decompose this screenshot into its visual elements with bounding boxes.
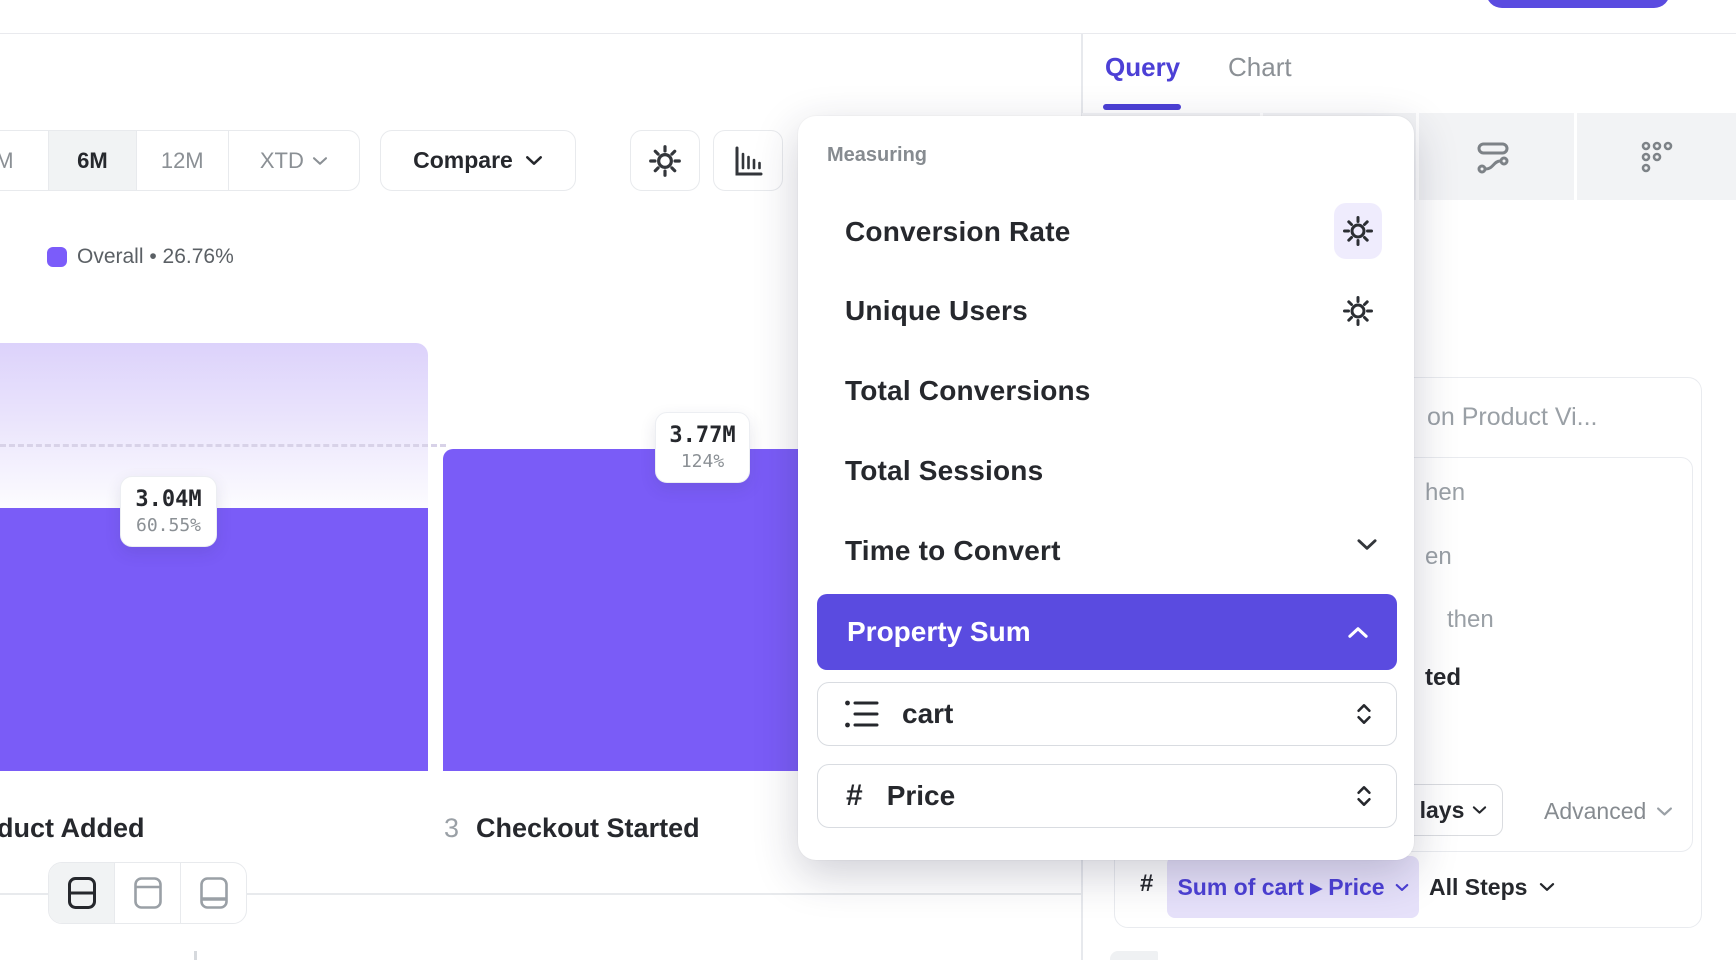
chevron-down-icon [312, 156, 328, 166]
number-property-icon: # [846, 779, 863, 813]
tab-query-active-underline [1103, 104, 1181, 110]
menu-item-total-conversions[interactable]: Total Conversions [798, 371, 1414, 411]
chevron-down-icon [1539, 882, 1555, 892]
menu-item-time-to-convert[interactable]: Time to Convert [798, 531, 1414, 571]
property-field-select[interactable]: # Price [817, 764, 1397, 828]
top-bar [0, 0, 1736, 34]
step-2-name: Checkout Started [476, 813, 700, 844]
tab-query[interactable]: Query [1105, 52, 1180, 83]
number-property-icon: # [1140, 870, 1153, 898]
previous-step-dashed-line [0, 444, 446, 447]
legend-swatch [47, 247, 67, 267]
apps-grid-view-button[interactable] [1597, 113, 1717, 200]
cell-divider [1416, 113, 1419, 200]
conversion-window-label-fragment: lays [1420, 797, 1465, 824]
advanced-label: Advanced [1544, 798, 1646, 825]
layout-split-rows-button[interactable] [49, 863, 114, 923]
query-card-title-fragment: on Product Vi... [1427, 403, 1597, 432]
property-select-field[interactable]: cart [817, 682, 1397, 746]
advanced-button[interactable]: Advanced [1544, 798, 1673, 825]
step-row-fragment: en [1425, 543, 1452, 571]
flows-view-button[interactable] [1433, 113, 1553, 200]
bar-2-value: 3.77M [669, 423, 735, 448]
all-steps-dropdown[interactable]: All Steps [1429, 856, 1555, 918]
step-1-label-fragment: duct Added [0, 813, 145, 844]
layout-top-bar-button[interactable] [114, 863, 180, 923]
cell-divider [1574, 113, 1577, 200]
conversion-rate-settings-button[interactable] [1334, 203, 1382, 259]
bar-1-percent: 60.55% [136, 515, 201, 536]
partial-element-pill [1110, 951, 1158, 960]
unique-users-settings-button[interactable] [1334, 283, 1382, 339]
step-row-fragment: then [1447, 606, 1494, 634]
layout-top-bar-icon [133, 876, 163, 910]
step-row-fragment: hen [1425, 479, 1465, 507]
layout-toggle-group [48, 862, 247, 924]
bar-2-value-tooltip: 3.77M 124% [655, 412, 750, 483]
select-updown-icon [1354, 783, 1374, 809]
tab-chart[interactable]: Chart [1228, 52, 1292, 83]
measurement-chip-label: Sum of cart ▸ Price [1177, 874, 1384, 901]
bar-2-percent: 124% [681, 451, 724, 472]
conversion-window-button[interactable]: lays [1404, 784, 1503, 836]
funnel-analytics-app: Query Chart M 6M 12M XTD Compare [0, 0, 1736, 960]
bar-1-value: 3.04M [135, 487, 201, 512]
menu-item-total-sessions[interactable]: Total Sessions [798, 451, 1414, 491]
chevron-down-icon [1356, 538, 1378, 551]
time-range-6m[interactable]: 6M [48, 131, 136, 190]
measuring-dropdown-panel: Measuring Conversion Rate Unique Users T… [798, 116, 1414, 860]
time-range-12m[interactable]: 12M [136, 131, 228, 190]
step-2-label: 3 Checkout Started [444, 813, 700, 844]
chevron-down-icon [1472, 805, 1487, 815]
menu-item-conversion-rate[interactable]: Conversion Rate [798, 212, 1414, 252]
property-field-name: Price [887, 780, 1354, 812]
bar-chart-icon [730, 143, 766, 179]
grid-dots-icon [1639, 139, 1675, 175]
select-updown-icon [1354, 701, 1374, 727]
bar-1-value-tooltip: 3.04M 60.55% [120, 476, 217, 547]
measuring-title: Measuring [827, 144, 927, 167]
chart-settings-button[interactable] [630, 130, 700, 191]
chevron-up-icon [1347, 626, 1369, 639]
compare-button[interactable]: Compare [380, 130, 576, 191]
chevron-down-icon [1656, 806, 1673, 817]
layout-bottom-bar-icon [199, 876, 229, 910]
chart-type-button[interactable] [713, 130, 783, 191]
legend-label: Overall • 26.76% [77, 245, 234, 269]
measurement-chip[interactable]: Sum of cart ▸ Price [1167, 856, 1419, 918]
menu-item-unique-users[interactable]: Unique Users [798, 291, 1414, 331]
layout-bottom-bar-button[interactable] [180, 863, 246, 923]
chevron-down-icon [525, 155, 543, 166]
layout-rows-icon [67, 876, 97, 910]
menu-item-property-sum-selected[interactable]: Property Sum [817, 594, 1397, 670]
gear-icon [1341, 294, 1375, 328]
step-row-fragment: ted [1425, 664, 1461, 692]
chevron-down-icon [1395, 883, 1409, 892]
step-2-number: 3 [444, 813, 459, 844]
time-range-xtd-label: XTD [260, 148, 304, 174]
property-sum-label: Property Sum [847, 616, 1031, 648]
primary-action-button[interactable] [1486, 0, 1670, 8]
time-range-m[interactable]: M [0, 131, 48, 190]
time-range-xtd[interactable]: XTD [228, 131, 359, 190]
funnel-bar-1[interactable] [0, 508, 428, 771]
list-property-icon [844, 699, 880, 729]
flow-icon [1474, 138, 1512, 176]
all-steps-label: All Steps [1429, 874, 1527, 901]
gear-icon [647, 143, 683, 179]
partial-element-tick [194, 951, 197, 960]
gear-icon [1341, 214, 1375, 248]
property-name: cart [902, 698, 1354, 730]
funnel-bar-2[interactable] [443, 449, 810, 771]
time-range-group: M 6M 12M XTD [0, 130, 360, 191]
compare-label: Compare [413, 147, 513, 174]
